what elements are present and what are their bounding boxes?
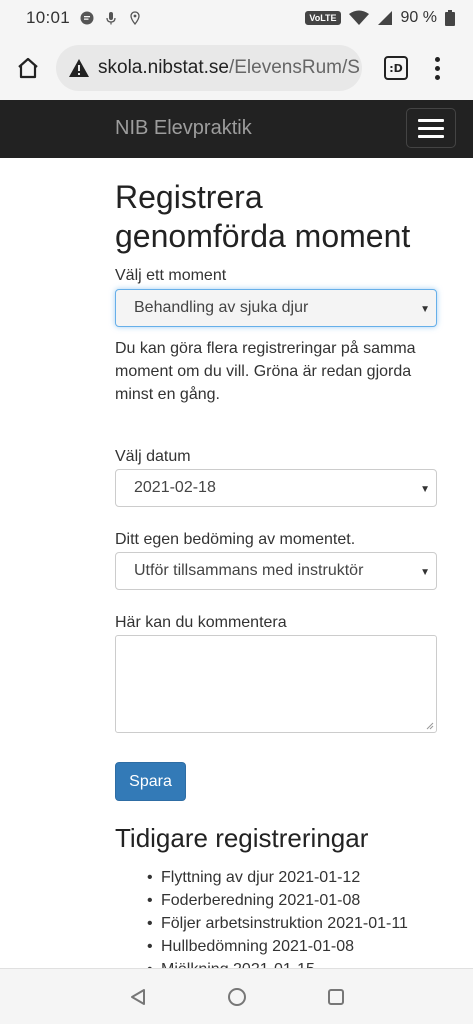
status-left: 10:01 (26, 8, 142, 28)
save-button[interactable]: Spara (115, 762, 186, 801)
warning-icon (69, 59, 89, 77)
home-circle-icon[interactable] (226, 986, 248, 1008)
home-icon (18, 57, 38, 79)
status-bar: 10:01 VoLTE 90 % (0, 0, 473, 36)
battery-percent: 90 % (400, 9, 437, 26)
list-item: Foderberedning 2021-01-08 (147, 889, 437, 912)
page-title: Registrera genomförda moment (115, 179, 411, 254)
date-select-value: 2021-02-18 (134, 479, 216, 496)
system-navigation-bar (0, 968, 473, 1024)
volte-badge: VoLTE (305, 11, 341, 25)
list-item: Flyttning av djur 2021-01-12 (147, 866, 437, 889)
microphone-icon (106, 12, 116, 25)
main-content: Registrera genomförda moment Välj ett mo… (115, 158, 437, 981)
hamburger-menu-button[interactable] (406, 108, 456, 148)
assessment-select-value: Utför tillsammans med instruktör (134, 562, 364, 579)
back-icon[interactable] (128, 987, 148, 1007)
comment-textarea[interactable] (115, 635, 437, 733)
resize-handle-icon[interactable] (426, 722, 434, 730)
date-label: Välj datum (115, 448, 191, 465)
chevron-down-icon: ▼ (420, 484, 430, 495)
message-icon (80, 11, 94, 25)
status-time: 10:01 (26, 8, 71, 27)
previous-registrations-title: Tidigare registreringar (115, 823, 369, 853)
date-select[interactable]: 2021-02-18 ▼ (115, 469, 437, 507)
url-bar[interactable]: skola.nibstat.se/ElevensRum/S (56, 45, 362, 91)
recents-icon[interactable] (326, 987, 346, 1007)
url-host: skola.nibstat.se (98, 57, 229, 78)
previous-registrations-list: Flyttning av djur 2021-01-12 Foderberedn… (147, 866, 437, 981)
chevron-down-icon: ▼ (420, 304, 430, 315)
assessment-label: Ditt egen bedöming av momentet. (115, 531, 356, 548)
comment-label: Här kan du kommentera (115, 614, 287, 631)
url-path: /ElevensRum/S (228, 57, 360, 78)
site-navbar: NIB Elevpraktik (0, 100, 473, 158)
more-vert-icon[interactable] (434, 56, 440, 80)
chevron-down-icon: ▼ (420, 567, 430, 578)
signal-icon (377, 11, 392, 25)
battery-icon (445, 10, 455, 26)
moment-select[interactable]: Behandling av sjuka djur ▼ (115, 289, 437, 327)
list-item: Hullbedömning 2021-01-08 (147, 935, 437, 958)
browser-home-button[interactable] (14, 54, 42, 82)
location-icon (130, 11, 140, 25)
moment-select-value: Behandling av sjuka djur (134, 299, 309, 316)
wifi-icon (348, 10, 369, 25)
browser-toolbar: skola.nibstat.se/ElevensRum/S :D (0, 36, 473, 100)
status-right: VoLTE 90 % (305, 9, 455, 27)
tabs-button[interactable]: :D (384, 56, 408, 80)
navbar-brand[interactable]: NIB Elevpraktik (115, 117, 252, 140)
moment-help-text: Du kan göra flera registreringar på samm… (115, 340, 416, 403)
moment-label: Välj ett moment (115, 267, 227, 284)
list-item: Följer arbetsinstruktion 2021-01-11 (147, 912, 437, 935)
assessment-select[interactable]: Utför tillsammans med instruktör ▼ (115, 552, 437, 590)
